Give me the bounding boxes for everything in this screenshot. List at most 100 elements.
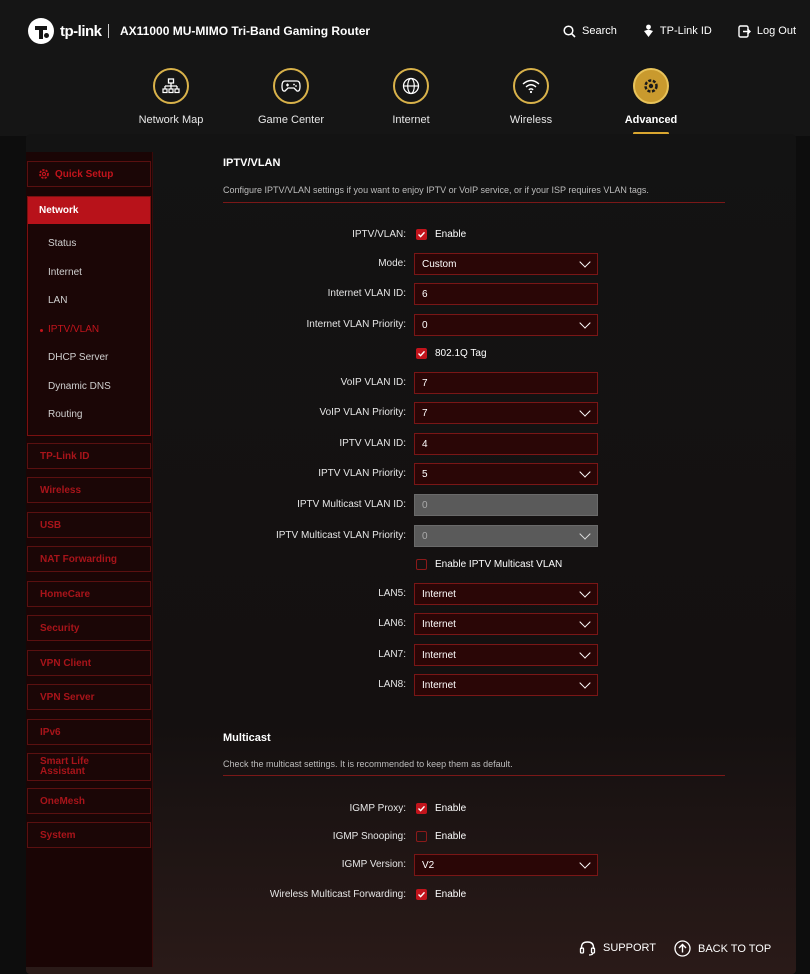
lan7-select[interactable]: Internet [414,644,598,666]
nav-network-map-circle [153,68,189,104]
iptv-multicast-vlan-priority-label: IPTV Multicast VLAN Priority: [275,530,406,541]
8021q-tag-label: 802.1Q Tag [435,348,487,359]
back-to-top-label: BACK TO TOP [698,942,772,955]
nav-game-center[interactable]: Game Center [231,68,351,126]
iptv-vlan-priority-value: 5 [422,469,428,480]
nav-wireless-circle [513,68,549,104]
checkbox-unchecked [416,831,427,842]
row-lan5: LAN5: Internet [0,583,810,605]
igmp-version-select[interactable]: V2 [414,854,598,876]
tp-link-logo[interactable]: tp-link [26,16,102,46]
nav-internet-label: Internet [392,114,430,126]
row-iptv-vlan-priority: IPTV VLAN Priority: 5 [0,463,810,485]
row-wireless-multicast-forwarding: Wireless Multicast Forwarding: Enable [0,884,810,906]
logout-label: Log Out [756,25,796,37]
wireless-multicast-forwarding-label: Wireless Multicast Forwarding: [269,889,406,900]
headset-icon [579,941,596,956]
nav-advanced-circle [633,68,669,104]
back-to-top-link[interactable]: BACK TO TOP [674,940,771,957]
wireless-multicast-forwarding-enable-label: Enable [435,889,467,900]
igmp-proxy-checkbox[interactable]: Enable [416,803,466,814]
chevron-down-icon [579,466,591,478]
nav-network-map[interactable]: Network Map [111,68,231,126]
check-icon [418,805,426,812]
row-internet-vlan-id: Internet VLAN ID: 6 [0,283,810,305]
chevron-down-icon [579,677,591,689]
smart-life-assistant-label: Smart Life Assistant [40,756,89,777]
nav-wireless[interactable]: Wireless [471,68,591,126]
search-label: Search [582,25,617,37]
internet-vlan-priority-label: Internet VLAN Priority: [306,319,406,330]
chevron-down-icon [579,405,591,417]
search-link[interactable]: Search [563,24,617,38]
sidebar-ipv6[interactable]: IPv6 [27,719,151,745]
iptv-vlan-enable-checkbox[interactable]: Enable [416,229,466,240]
row-iptv-vlan-id: IPTV VLAN ID: 4 [0,433,810,455]
voip-vlan-priority-select[interactable]: 7 [414,402,598,424]
iptv-multicast-vlan-id-input[interactable]: 0 [414,494,598,516]
row-lan8: LAN8: Internet [0,674,810,696]
nav-advanced[interactable]: Advanced [591,68,711,126]
chevron-down-icon [579,256,591,268]
row-internet-vlan-priority: Internet VLAN Priority: 0 [0,314,810,336]
quick-setup-label: Quick Setup [55,168,114,180]
voip-vlan-id-input[interactable]: 7 [414,372,598,394]
quick-setup-gear-icon [39,169,49,179]
voip-vlan-priority-value: 7 [422,408,428,419]
voip-vlan-id-label: VoIP VLAN ID: [340,377,406,388]
internet-vlan-id-input[interactable]: 6 [414,283,598,305]
chevron-down-icon [579,317,591,329]
tp-link-id-link[interactable]: TP-Link ID [643,24,712,38]
lan5-label: LAN5: [378,588,406,599]
support-link[interactable]: SUPPORT [579,940,656,956]
checkbox-unchecked [416,559,427,570]
igmp-version-label: IGMP Version: [341,859,406,870]
logout-link[interactable]: Log Out [738,24,796,38]
lan8-select[interactable]: Internet [414,674,598,696]
iptv-vlan-enable-label: Enable [435,229,467,240]
chevron-down-icon [579,647,591,659]
chevron-down-icon [579,586,591,598]
internet-vlan-id-label: Internet VLAN ID: [327,288,406,299]
enable-multicast-vlan-checkbox[interactable]: Enable IPTV Multicast VLAN [416,559,562,570]
row-enable-multicast-vlan: Enable IPTV Multicast VLAN [0,554,810,576]
8021q-tag-checkbox[interactable]: 802.1Q Tag [416,348,487,359]
iptv-vlan-id-input[interactable]: 4 [414,433,598,455]
igmp-snooping-checkbox[interactable]: Enable [416,831,466,842]
iptv-multicast-vlan-priority-select[interactable]: 0 [414,525,598,547]
wireless-multicast-forwarding-checkbox[interactable]: Enable [416,889,466,900]
nav-advanced-label: Advanced [624,114,678,126]
gear-icon [644,79,658,93]
checkbox-checked [416,803,427,814]
mode-select[interactable]: Custom [414,253,598,275]
checkbox-checked [416,348,427,359]
lan6-value: Internet [422,619,456,630]
nav-wireless-label: Wireless [509,114,553,126]
sidebar-network-header[interactable]: Network [28,197,150,224]
row-igmp-snooping: IGMP Snooping: Enable [0,826,810,848]
user-icon [643,24,653,37]
iptv-multicast-vlan-priority-value: 0 [422,531,428,542]
sidebar-smart-life-assistant[interactable]: Smart Life Assistant [27,753,151,781]
tp-link-id-label: TP-Link ID [659,25,712,37]
check-icon [418,891,426,898]
check-icon [418,350,426,357]
internet-vlan-priority-select[interactable]: 0 [414,314,598,336]
sidebar-quick-setup[interactable]: Quick Setup [27,161,151,187]
iptv-vlan-priority-select[interactable]: 5 [414,463,598,485]
chevron-down-icon [579,528,591,540]
lan7-label: LAN7: [378,649,406,660]
chevron-down-icon [579,857,591,869]
igmp-snooping-enable-label: Enable [435,831,467,842]
internet-vlan-priority-value: 0 [422,320,428,331]
igmp-snooping-label: IGMP Snooping: [332,831,406,842]
row-voip-vlan-id: VoIP VLAN ID: 7 [0,372,810,394]
iptv-section-divider [223,202,725,203]
checkbox-checked [416,229,427,240]
lan6-select[interactable]: Internet [414,613,598,635]
lan5-select[interactable]: Internet [414,583,598,605]
top-bar: tp-link AX11000 MU-MIMO Tri-Band Gaming … [0,0,810,64]
support-label: SUPPORT [603,942,656,954]
nav-internet[interactable]: Internet [351,68,471,126]
row-iptv-multicast-vlan-id: IPTV Multicast VLAN ID: 0 [0,494,810,516]
